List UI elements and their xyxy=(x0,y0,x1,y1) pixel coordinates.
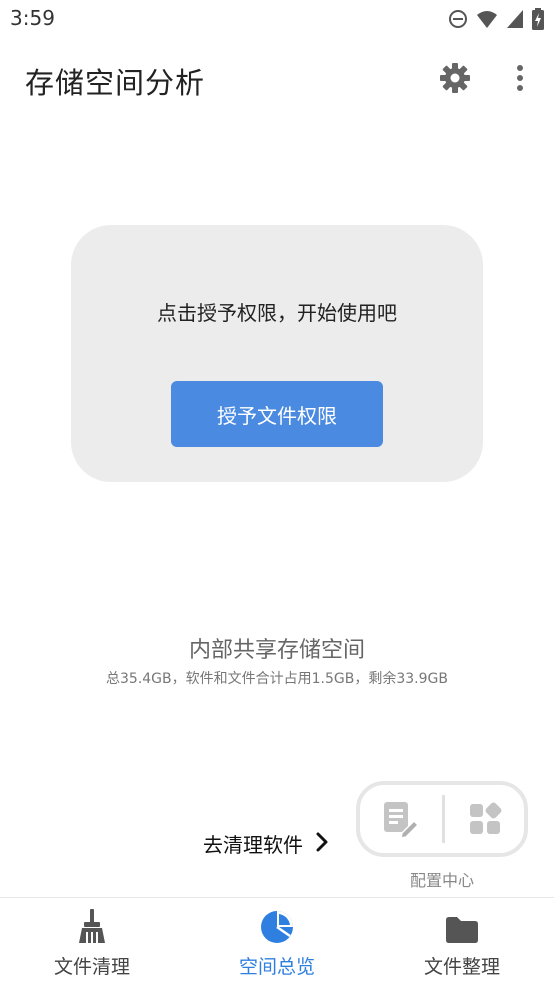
grant-file-permission-button[interactable]: 授予文件权限 xyxy=(171,381,383,447)
status-time: 3:59 xyxy=(10,6,55,30)
chevron-right-icon xyxy=(315,832,329,856)
do-not-disturb-icon xyxy=(448,9,468,29)
nav-label-file-organize: 文件整理 xyxy=(423,956,500,978)
pie-chart-icon xyxy=(260,910,294,948)
battery-charging-icon xyxy=(532,8,544,30)
more-vert-icon xyxy=(516,64,524,96)
clean-apps-link[interactable]: 去清理软件 xyxy=(203,829,329,858)
config-center-pill[interactable] xyxy=(356,781,528,857)
storage-summary: 总35.4GB，软件和文件合计占用1.5GB，剩余33.9GB xyxy=(106,671,448,687)
status-icons xyxy=(448,8,544,30)
folder-icon xyxy=(445,916,479,948)
settings-icon xyxy=(439,62,471,98)
more-options-button[interactable] xyxy=(505,62,535,98)
nav-item-space-overview[interactable]: 空间总览 xyxy=(207,910,347,979)
storage-title: 内部共享存储空间 xyxy=(188,638,365,663)
permission-message: 点击授予权限，开始使用吧 xyxy=(157,301,397,325)
nav-item-file-clean[interactable]: 文件清理 xyxy=(22,908,162,979)
settings-button[interactable] xyxy=(437,62,473,98)
note-edit-icon[interactable] xyxy=(380,799,420,843)
wifi-icon xyxy=(476,9,498,29)
status-bar: 3:59 xyxy=(0,0,554,38)
config-center-label: 配置中心 xyxy=(409,871,474,890)
clean-apps-label: 去清理软件 xyxy=(203,833,303,857)
nav-label-space-overview: 空间总览 xyxy=(238,956,315,978)
app-bar: 存储空间分析 xyxy=(0,50,554,110)
apps-grid-icon[interactable] xyxy=(468,801,504,841)
broom-icon xyxy=(78,908,106,948)
signal-icon xyxy=(506,9,524,29)
permission-card: 点击授予权限，开始使用吧 授予文件权限 xyxy=(71,225,483,482)
nav-item-file-organize[interactable]: 文件整理 xyxy=(392,910,532,979)
page-title: 存储空间分析 xyxy=(25,66,206,100)
bottom-nav: 文件清理 空间总览 文件整理 xyxy=(0,897,554,985)
config-divider xyxy=(442,795,445,843)
nav-label-file-clean: 文件清理 xyxy=(53,956,130,978)
